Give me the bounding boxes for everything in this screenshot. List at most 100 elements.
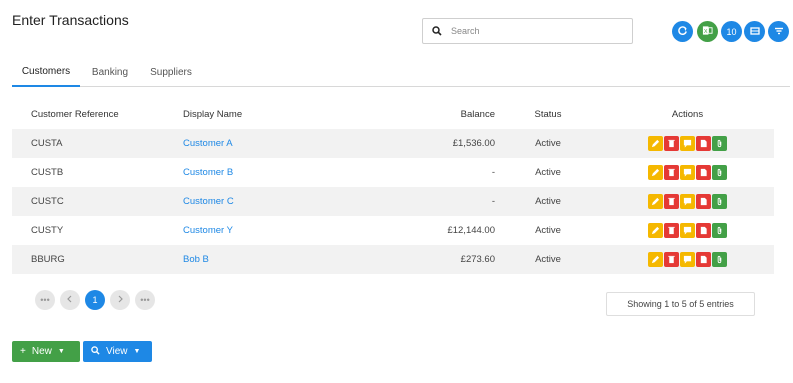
trash-icon: [668, 197, 675, 206]
customer-link[interactable]: Customer A: [183, 138, 233, 149]
edit-button[interactable]: [648, 136, 663, 151]
excel-export-button[interactable]: X: [697, 21, 718, 42]
trash-icon: [668, 255, 675, 264]
delete-button[interactable]: [664, 194, 679, 209]
pdf-button[interactable]: [696, 194, 711, 209]
new-button[interactable]: + New ▼: [12, 341, 80, 362]
pdf-button[interactable]: [696, 136, 711, 151]
cell-status: Active: [495, 187, 601, 216]
col-header-status[interactable]: Status: [495, 100, 601, 129]
edit-button[interactable]: [648, 165, 663, 180]
attach-button[interactable]: [712, 136, 727, 151]
trash-icon: [668, 226, 675, 235]
pencil-icon: [651, 139, 660, 148]
notes-button[interactable]: [680, 252, 695, 267]
chevron-right-icon: [116, 295, 124, 305]
paperclip-icon: [717, 255, 722, 264]
trash-icon: [668, 139, 675, 148]
customer-link[interactable]: Bob B: [183, 254, 209, 265]
pencil-icon: [651, 255, 660, 264]
filter-button[interactable]: [768, 21, 789, 42]
cell-balance: £1,536.00: [373, 129, 495, 158]
attach-button[interactable]: [712, 194, 727, 209]
search-box[interactable]: [422, 18, 633, 44]
pagination-prev[interactable]: [60, 290, 80, 310]
tab-customers[interactable]: Customers: [12, 58, 80, 87]
delete-button[interactable]: [664, 252, 679, 267]
chevron-left-icon: [66, 295, 74, 305]
delete-button[interactable]: [664, 223, 679, 238]
notes-button[interactable]: [680, 223, 695, 238]
caret-down-icon: ▼: [133, 348, 141, 355]
attach-button[interactable]: [712, 252, 727, 267]
table-row: BBURG Bob B £273.60 Active: [12, 245, 774, 274]
cell-reference: CUSTC: [12, 187, 183, 216]
delete-button[interactable]: [664, 136, 679, 151]
attach-button[interactable]: [712, 165, 727, 180]
pdf-icon: [700, 197, 707, 206]
pencil-icon: [651, 197, 660, 206]
comment-icon: [683, 197, 692, 206]
columns-button[interactable]: [744, 21, 765, 42]
filter-icon: [774, 26, 784, 38]
cell-status: Active: [495, 129, 601, 158]
pagination-first[interactable]: •••: [35, 290, 55, 310]
table-header-row: Customer Reference Display Name Balance …: [12, 100, 774, 129]
entries-info: Showing 1 to 5 of 5 entries: [606, 292, 755, 316]
comment-icon: [683, 226, 692, 235]
customer-link[interactable]: Customer Y: [183, 225, 233, 236]
comment-icon: [683, 168, 692, 177]
table-row: CUSTC Customer C - Active: [12, 187, 774, 216]
paperclip-icon: [717, 139, 722, 148]
customer-link[interactable]: Customer C: [183, 196, 234, 207]
notes-button[interactable]: [680, 165, 695, 180]
search-icon: [423, 19, 451, 43]
columns-icon: [749, 26, 760, 38]
view-button-label: View: [106, 346, 128, 357]
pagination-page-1[interactable]: 1: [85, 290, 105, 310]
pdf-icon: [700, 255, 707, 264]
pencil-icon: [651, 168, 660, 177]
col-header-reference[interactable]: Customer Reference: [12, 100, 183, 129]
page-title: Enter Transactions: [12, 12, 129, 28]
new-button-label: New: [31, 346, 52, 357]
pdf-button[interactable]: [696, 223, 711, 238]
attach-button[interactable]: [712, 223, 727, 238]
pagination-last[interactable]: •••: [135, 290, 155, 310]
col-header-display-name[interactable]: Display Name: [183, 100, 373, 129]
table-row: CUSTY Customer Y £12,144.00 Active: [12, 216, 774, 245]
paperclip-icon: [717, 226, 722, 235]
tab-banking[interactable]: Banking: [84, 58, 136, 87]
page-size-button[interactable]: 10: [721, 21, 742, 42]
edit-button[interactable]: [648, 194, 663, 209]
row-actions: [601, 158, 774, 187]
comment-icon: [683, 139, 692, 148]
pdf-button[interactable]: [696, 252, 711, 267]
cell-reference: BBURG: [12, 245, 183, 274]
view-button[interactable]: View ▼: [83, 341, 152, 362]
excel-icon: X: [702, 25, 713, 38]
plus-icon: +: [20, 346, 26, 357]
delete-button[interactable]: [664, 165, 679, 180]
search-input[interactable]: [451, 26, 621, 36]
table-row: CUSTA Customer A £1,536.00 Active: [12, 129, 774, 158]
pdf-button[interactable]: [696, 165, 711, 180]
comment-icon: [683, 255, 692, 264]
refresh-button[interactable]: [672, 21, 693, 42]
cell-balance: £12,144.00: [447, 225, 495, 236]
edit-button[interactable]: [648, 252, 663, 267]
cell-status: Active: [535, 225, 561, 236]
customer-link[interactable]: Customer B: [183, 167, 233, 178]
search-icon: [91, 345, 100, 358]
notes-button[interactable]: [680, 194, 695, 209]
customers-table: Customer Reference Display Name Balance …: [12, 100, 774, 274]
refresh-icon: [677, 25, 688, 38]
pagination-next[interactable]: [110, 290, 130, 310]
col-header-balance[interactable]: Balance: [373, 100, 495, 129]
edit-button[interactable]: [648, 223, 663, 238]
notes-button[interactable]: [680, 136, 695, 151]
paperclip-icon: [717, 197, 722, 206]
row-actions: [601, 216, 774, 245]
table-row: CUSTB Customer B - Active: [12, 158, 774, 187]
tab-suppliers[interactable]: Suppliers: [144, 58, 198, 87]
